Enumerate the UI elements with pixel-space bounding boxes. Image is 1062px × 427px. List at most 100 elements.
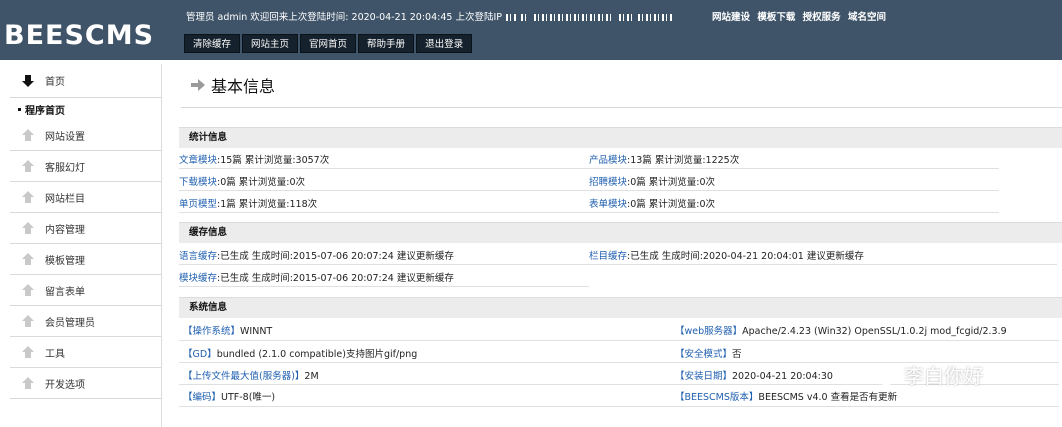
version-label: 【BEESCMS版本】: [675, 392, 759, 403]
stat-value: :1篇 累计浏览量:118次: [217, 199, 318, 210]
web-server-value: Apache/2.4.23 (Win32) OpenSSL/1.0.2j mod…: [742, 326, 1007, 337]
sidebar-item-columns[interactable]: 网站栏目: [10, 182, 161, 213]
link-domain-hosting[interactable]: 域名空间: [848, 12, 886, 23]
link-template-download[interactable]: 模板下载: [757, 12, 795, 23]
system-row: 【安全模式】否: [675, 346, 742, 360]
redacted-text: [534, 14, 615, 21]
system-row: 【上传文件最大值(服务器)】2M: [183, 368, 319, 382]
logout-button[interactable]: 退出登录: [416, 34, 473, 53]
arrow-up-icon: [22, 191, 34, 203]
sidebar-item-slides[interactable]: 客服幻灯: [10, 151, 161, 182]
watermark-text: 李白你好: [904, 364, 984, 388]
sidebar-item-content[interactable]: 内容管理: [10, 213, 161, 244]
cache-row: 模块缓存:已生成 生成时间:2015-07-06 20:07:24 建议更新缓存: [179, 270, 454, 284]
stat-row: 下载模块:0篇 累计浏览量:0次: [179, 174, 305, 188]
system-section-header: 系统信息: [179, 297, 1062, 318]
sidebar-item-dev-options[interactable]: 开发选项: [10, 368, 161, 399]
sidebar-item-label: 工具: [45, 348, 65, 360]
wechat-icon: [866, 363, 895, 385]
upload-max-value: 2M: [304, 371, 319, 382]
stat-row: 文章模块:15篇 累计浏览量:3057次: [179, 152, 329, 166]
arrow-up-icon: [22, 346, 34, 358]
help-manual-button[interactable]: 帮助手册: [358, 34, 415, 53]
arrow-up-icon: [22, 253, 34, 265]
logo: BEESCMS: [4, 20, 155, 51]
cache-row: 语言缓存:已生成 生成时间:2015-07-06 20:07:24 建议更新缓存: [179, 248, 454, 262]
arrow-down-icon: [22, 74, 34, 87]
system-row: 【BEESCMS版本】BEESCMS v4.0 查看是否有更新: [675, 389, 897, 403]
arrow-up-icon: [22, 284, 34, 296]
sidebar-item-label: 内容管理: [45, 224, 85, 236]
sidebar-item-label: 开发选项: [45, 379, 85, 391]
sidebar: 首页 程序首页 网站设置 客服幻灯 网站栏目 内容管理 模板管理 留言表单 会员…: [10, 64, 162, 427]
divider: [179, 286, 589, 287]
system-row: 【操作系统】WINNT: [183, 323, 272, 337]
sidebar-item-label: 网站栏目: [45, 193, 85, 205]
site-home-button[interactable]: 网站主页: [242, 34, 299, 53]
system-row: 【安装日期】2020-04-21 20:04:30: [675, 368, 833, 382]
article-module-link[interactable]: 文章模块: [179, 155, 217, 166]
sidebar-item-tools[interactable]: 工具: [10, 337, 161, 368]
arrow-up-icon: [22, 315, 34, 327]
download-module-link[interactable]: 下载模块: [179, 177, 217, 188]
column-cache-link[interactable]: 栏目缓存: [589, 251, 627, 262]
arrow-up-icon: [22, 160, 34, 172]
link-license-service[interactable]: 授权服务: [803, 12, 841, 23]
safe-mode-label: 【安全模式】: [675, 349, 733, 360]
redacted-text: [521, 14, 530, 21]
sidebar-item-members[interactable]: 会员管理员: [10, 306, 161, 337]
cache-value: :已生成 生成时间:2020-04-21 20:04:01 建议更新缓存: [627, 251, 864, 262]
sidebar-subitem-program-home[interactable]: 程序首页: [10, 99, 162, 119]
product-module-link[interactable]: 产品模块: [589, 155, 627, 166]
sidebar-item-home[interactable]: 首页: [10, 64, 161, 98]
stat-value: :0篇 累计浏览量:0次: [627, 177, 716, 188]
sidebar-item-site-settings[interactable]: 网站设置: [10, 120, 161, 151]
stat-value: :15篇 累计浏览量:3057次: [217, 155, 330, 166]
module-cache-link[interactable]: 模块缓存: [179, 273, 217, 284]
official-home-button[interactable]: 官网首页: [300, 34, 357, 53]
sidebar-subitem-label: 程序首页: [25, 105, 65, 117]
stat-value: :0篇 累计浏览量:0次: [627, 199, 716, 210]
sidebar-item-templates[interactable]: 模板管理: [10, 244, 161, 275]
page-title-text: 基本信息: [211, 77, 276, 96]
divider: [179, 406, 1059, 407]
stat-row: 表单模块:0篇 累计浏览量:0次: [589, 196, 715, 210]
divider: [179, 264, 1057, 265]
upload-max-label: 【上传文件最大值(服务器)】: [183, 371, 305, 382]
divider: [181, 107, 1062, 108]
top-links: 网站建设 模板下载 授权服务 域名空间: [712, 9, 890, 23]
cache-value: :已生成 生成时间:2015-07-06 20:07:24 建议更新缓存: [217, 273, 454, 284]
sidebar-item-label: 留言表单: [45, 286, 85, 298]
system-row: 【web服务器】Apache/2.4.23 (Win32) OpenSSL/1.…: [675, 323, 1007, 337]
language-cache-link[interactable]: 语言缓存: [179, 251, 217, 262]
gd-value: bundled (2.1.0 compatible)支持图片gif/png: [216, 349, 418, 360]
cache-row: 栏目缓存:已生成 生成时间:2020-04-21 20:04:01 建议更新缓存: [589, 248, 864, 262]
divider: [179, 168, 999, 169]
redacted-text: [619, 14, 634, 21]
stat-row: 产品模块:13篇 累计浏览量:1225次: [589, 152, 739, 166]
arrow-up-icon: [22, 222, 34, 234]
sidebar-item-forms[interactable]: 留言表单: [10, 275, 161, 306]
system-row: 【编码】UTF-8(唯一): [183, 389, 275, 403]
form-module-link[interactable]: 表单模块: [589, 199, 627, 210]
page-title: 基本信息: [191, 73, 275, 97]
link-site-build[interactable]: 网站建设: [712, 12, 750, 23]
clear-cache-button[interactable]: 清除缓存: [184, 34, 241, 53]
encoding-value: UTF-8(唯一): [221, 392, 276, 403]
arrow-right-icon: [191, 79, 205, 91]
stat-value: :0篇 累计浏览量:0次: [217, 177, 306, 188]
web-server-label: 【web服务器】: [675, 326, 743, 337]
install-date-value: 2020-04-21 20:04:30: [732, 371, 833, 382]
stat-row: 招聘模块:0篇 累计浏览量:0次: [589, 174, 715, 188]
version-value[interactable]: BEESCMS v4.0 查看是否有更新: [758, 392, 897, 403]
single-page-model-link[interactable]: 单页模型: [179, 199, 217, 210]
safe-mode-value: 否: [732, 349, 742, 360]
system-row: 【GD】bundled (2.1.0 compatible)支持图片gif/pn…: [183, 346, 417, 360]
arrow-up-icon: [22, 129, 34, 141]
sidebar-item-label: 会员管理员: [45, 317, 95, 329]
redacted-text: [506, 14, 517, 21]
stats-section-header: 统计信息: [179, 127, 1062, 148]
os-value: WINNT: [240, 326, 273, 337]
job-module-link[interactable]: 招聘模块: [589, 177, 627, 188]
sidebar-item-label: 客服幻灯: [45, 162, 85, 174]
